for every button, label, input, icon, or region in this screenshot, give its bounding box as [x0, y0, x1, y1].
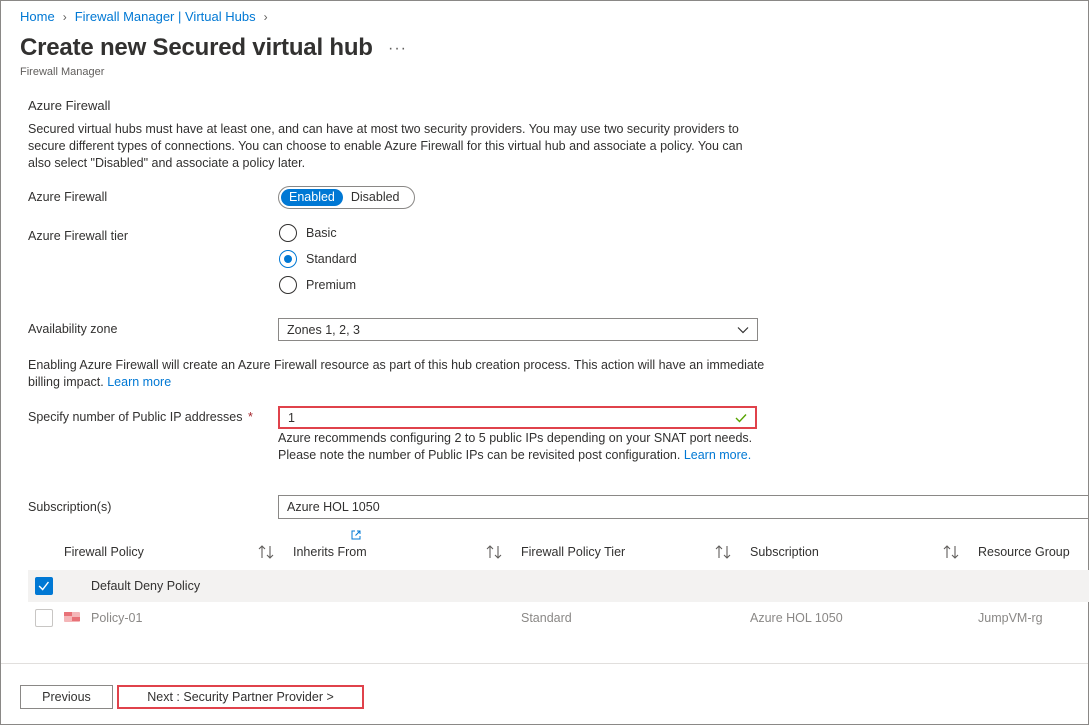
billing-notice: Enabling Azure Firewall will create an A…	[28, 357, 768, 391]
toggle-enabled-option[interactable]: Enabled	[281, 189, 343, 206]
sort-icon[interactable]	[258, 545, 274, 559]
column-header[interactable]: Firewall Policy Tier	[521, 545, 625, 559]
page-title: Create new Secured virtual hub	[20, 34, 373, 61]
public-ip-help-text: Azure recommends configuring 2 to 5 publ…	[278, 431, 753, 462]
public-ip-help: Azure recommends configuring 2 to 5 publ…	[278, 430, 758, 464]
table-row[interactable]: Default Deny Policy	[28, 570, 1089, 602]
dropdown-value: Zones 1, 2, 3	[287, 322, 360, 337]
subscription-value: Azure HOL 1050	[287, 500, 380, 514]
subscription-field[interactable]: Azure HOL 1050	[278, 495, 1089, 519]
section-title: Azure Firewall	[28, 98, 111, 113]
breadcrumb: Home › Firewall Manager | Virtual Hubs ›	[20, 9, 276, 24]
column-header[interactable]: Subscription	[750, 545, 819, 559]
radio-circle[interactable]	[279, 276, 297, 294]
toggle-disabled-option[interactable]: Disabled	[343, 189, 408, 206]
policy-resource-group: JumpVM-rg	[978, 611, 1043, 625]
row-checkbox-checked[interactable]	[35, 577, 53, 595]
subscription-label: Subscription(s)	[28, 500, 112, 514]
checkmark-icon	[38, 581, 50, 591]
column-header[interactable]: Firewall Policy	[64, 545, 144, 559]
sort-icon[interactable]	[943, 545, 959, 559]
policy-tier: Standard	[521, 611, 572, 625]
firewall-policy-icon	[64, 612, 80, 622]
public-ip-count-input[interactable]: 1	[278, 406, 757, 429]
required-asterisk: *	[247, 410, 253, 424]
azure-firewall-label: Azure Firewall	[28, 190, 108, 204]
tier-radio-premium[interactable]: Premium	[279, 276, 356, 294]
chevron-right-icon: ›	[263, 9, 268, 24]
tier-radio-standard[interactable]: Standard	[279, 250, 357, 268]
learn-more-link[interactable]: Learn more	[107, 375, 171, 389]
table-row: Policy-01 Standard Azure HOL 1050 JumpVM…	[28, 602, 1089, 634]
policy-table: Firewall Policy Inherits From Firewall P…	[28, 528, 1089, 634]
previous-button[interactable]: Previous	[20, 685, 113, 709]
column-header[interactable]: Inherits From	[293, 545, 367, 559]
radio-label: Standard	[306, 252, 357, 266]
input-value: 1	[288, 410, 295, 425]
firewall-tier-label: Azure Firewall tier	[28, 229, 129, 243]
checkmark-icon	[735, 413, 747, 423]
more-options-icon[interactable]: ···	[388, 40, 407, 58]
radio-label: Premium	[306, 278, 357, 292]
policy-name: Policy-01	[91, 611, 143, 625]
radio-circle-checked[interactable]	[279, 250, 297, 268]
next-security-partner-button[interactable]: Next : Security Partner Provider >	[117, 685, 364, 709]
chevron-right-icon: ›	[62, 9, 67, 24]
footer-divider	[1, 663, 1088, 664]
section-description: Secured virtual hubs must have at least …	[28, 122, 743, 170]
radio-circle[interactable]	[279, 224, 297, 242]
public-ip-label-text: Specify number of Public IP addresses	[28, 410, 243, 424]
radio-label: Basic	[306, 226, 337, 240]
breadcrumb-home[interactable]: Home	[20, 9, 55, 24]
breadcrumb-virtual-hubs[interactable]: Firewall Manager | Virtual Hubs	[75, 9, 256, 24]
column-header[interactable]: Resource Group	[978, 545, 1070, 559]
public-ip-learn-more-link[interactable]: Learn more.	[684, 448, 751, 462]
chevron-down-icon	[737, 326, 749, 333]
table-header: Firewall Policy Inherits From Firewall P…	[28, 528, 1089, 570]
external-link-icon[interactable]	[351, 530, 361, 540]
tier-radio-basic[interactable]: Basic	[279, 224, 337, 242]
availability-zone-dropdown[interactable]: Zones 1, 2, 3	[278, 318, 758, 341]
sort-icon[interactable]	[715, 545, 731, 559]
row-checkbox[interactable]	[35, 609, 53, 627]
azure-firewall-toggle[interactable]: Enabled Disabled	[278, 186, 415, 209]
page-subtitle: Firewall Manager	[20, 66, 105, 78]
public-ip-label: Specify number of Public IP addresses *	[28, 410, 253, 424]
policy-name: Default Deny Policy	[91, 579, 201, 593]
policy-subscription: Azure HOL 1050	[750, 611, 843, 625]
sort-icon[interactable]	[486, 545, 502, 559]
availability-zone-label: Availability zone	[28, 322, 118, 336]
